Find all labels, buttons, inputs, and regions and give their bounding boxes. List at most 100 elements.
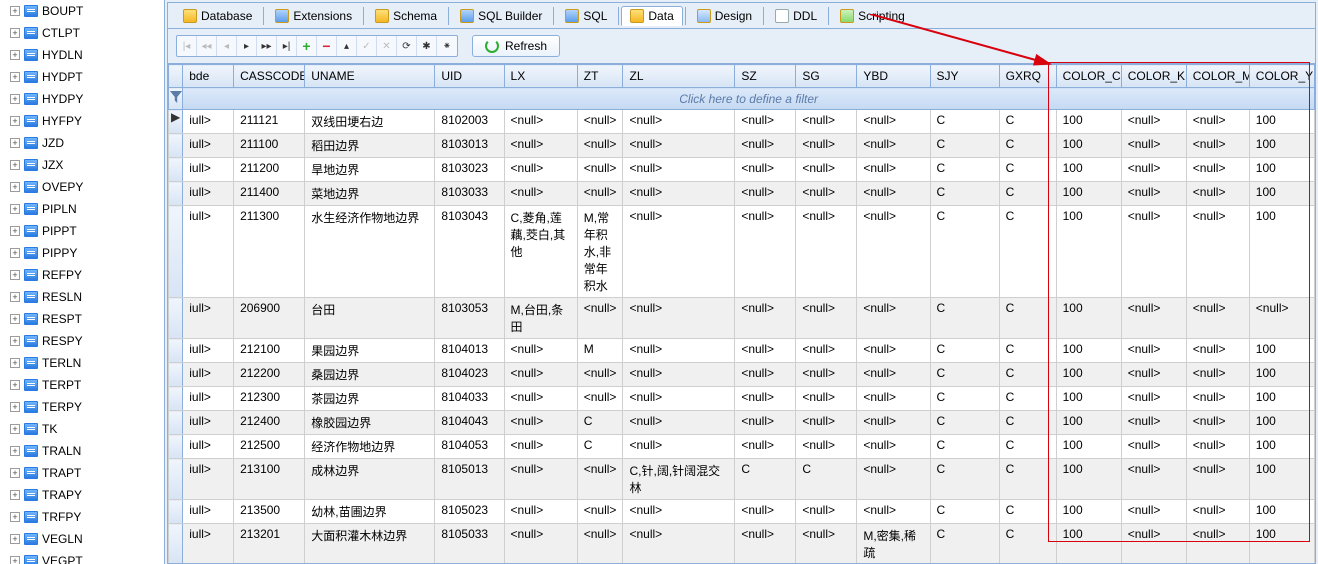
col-color_y[interactable]: COLOR_Y (1249, 65, 1314, 88)
cell-cass[interactable]: 211200 (234, 158, 305, 182)
cell-ck[interactable]: <null> (1121, 411, 1186, 435)
tab-extensions[interactable]: Extensions (266, 6, 361, 25)
cell-bde[interactable]: iull> (183, 182, 234, 206)
cell-cm[interactable]: <null> (1186, 110, 1249, 134)
cell-bde[interactable]: iull> (183, 158, 234, 182)
cell-lx[interactable]: <null> (504, 182, 577, 206)
table-row[interactable]: iull>211100稻田边界8103013<null><null><null>… (169, 134, 1315, 158)
col-color_k[interactable]: COLOR_K (1121, 65, 1186, 88)
cell-gxrq[interactable]: C (999, 134, 1056, 158)
cell-cy[interactable]: 100 (1249, 435, 1314, 459)
cell-zl[interactable]: <null> (623, 387, 735, 411)
expand-icon[interactable]: + (10, 72, 20, 82)
cell-ck[interactable]: <null> (1121, 500, 1186, 524)
cell-gxrq[interactable]: C (999, 363, 1056, 387)
cell-uname[interactable]: 成林边界 (305, 459, 435, 500)
cell-cc[interactable]: 100 (1056, 206, 1121, 298)
cell-ybd[interactable]: <null> (857, 158, 930, 182)
cell-uname[interactable]: 茶园边界 (305, 387, 435, 411)
cell-gxrq[interactable]: C (999, 206, 1056, 298)
cell-zl[interactable]: <null> (623, 500, 735, 524)
cell-sjy[interactable]: C (930, 435, 999, 459)
cell-gxrq[interactable]: C (999, 339, 1056, 363)
cell-uname[interactable]: 果园边界 (305, 339, 435, 363)
cell-sjy[interactable]: C (930, 524, 999, 564)
cell-cm[interactable]: <null> (1186, 206, 1249, 298)
table-row[interactable]: iull>211400菜地边界8103033<null><null><null>… (169, 182, 1315, 206)
cell-zt[interactable]: <null> (577, 158, 623, 182)
table-row[interactable]: iull>213201大面积灌木林边界8105033<null><null><n… (169, 524, 1315, 564)
filter-hint[interactable]: Click here to define a filter (183, 88, 1315, 110)
cell-bde[interactable]: iull> (183, 459, 234, 500)
tree-item-ovepy[interactable]: +OVEPY (0, 176, 164, 198)
cell-gxrq[interactable]: C (999, 298, 1056, 339)
cell-uname[interactable]: 桑园边界 (305, 363, 435, 387)
cell-sz[interactable]: <null> (735, 134, 796, 158)
cell-cy[interactable]: 100 (1249, 387, 1314, 411)
cell-sg[interactable]: <null> (796, 435, 857, 459)
cell-cm[interactable]: <null> (1186, 182, 1249, 206)
tab-sql[interactable]: SQL (556, 6, 616, 25)
cell-zt[interactable]: C (577, 411, 623, 435)
cell-sg[interactable]: <null> (796, 206, 857, 298)
cell-ck[interactable]: <null> (1121, 459, 1186, 500)
tab-data[interactable]: Data (621, 6, 682, 26)
expand-icon[interactable]: + (10, 402, 20, 412)
cell-uname[interactable]: 橡胶园边界 (305, 411, 435, 435)
cell-cm[interactable]: <null> (1186, 339, 1249, 363)
cell-uid[interactable]: 8104043 (435, 411, 504, 435)
cell-bde[interactable]: iull> (183, 339, 234, 363)
cell-ybd[interactable]: <null> (857, 298, 930, 339)
tree-item-terpt[interactable]: +TERPT (0, 374, 164, 396)
col-sjy[interactable]: SJY (930, 65, 999, 88)
cell-zt[interactable]: <null> (577, 110, 623, 134)
cell-zl[interactable]: <null> (623, 298, 735, 339)
cell-sz[interactable]: <null> (735, 158, 796, 182)
cell-sjy[interactable]: C (930, 298, 999, 339)
cell-ck[interactable]: <null> (1121, 298, 1186, 339)
cell-ck[interactable]: <null> (1121, 158, 1186, 182)
cell-cass[interactable]: 213201 (234, 524, 305, 564)
cell-ybd[interactable]: <null> (857, 339, 930, 363)
cell-cm[interactable]: <null> (1186, 500, 1249, 524)
cell-cass[interactable]: 212500 (234, 435, 305, 459)
cell-uname[interactable]: 稻田边界 (305, 134, 435, 158)
cell-ck[interactable]: <null> (1121, 435, 1186, 459)
cell-cc[interactable]: 100 (1056, 134, 1121, 158)
cell-lx[interactable]: <null> (504, 524, 577, 564)
cell-ybd[interactable]: <null> (857, 459, 930, 500)
delete-row[interactable]: − (317, 36, 337, 56)
cell-bde[interactable]: iull> (183, 524, 234, 564)
cell-cy[interactable]: 100 (1249, 459, 1314, 500)
cell-lx[interactable]: M,台田,条田 (504, 298, 577, 339)
expand-icon[interactable]: + (10, 336, 20, 346)
cell-uid[interactable]: 8103013 (435, 134, 504, 158)
goto-bookmark[interactable]: ⁕ (437, 36, 457, 56)
cell-uid[interactable]: 8104053 (435, 435, 504, 459)
cell-bde[interactable]: iull> (183, 500, 234, 524)
cell-lx[interactable]: <null> (504, 459, 577, 500)
cell-gxrq[interactable]: C (999, 158, 1056, 182)
cell-bde[interactable]: iull> (183, 363, 234, 387)
col-sz[interactable]: SZ (735, 65, 796, 88)
cell-cy[interactable]: 100 (1249, 411, 1314, 435)
expand-icon[interactable]: + (10, 226, 20, 236)
cell-sz[interactable]: <null> (735, 182, 796, 206)
cell-cc[interactable]: 100 (1056, 363, 1121, 387)
cell-cass[interactable]: 213100 (234, 459, 305, 500)
cell-cy[interactable]: 100 (1249, 158, 1314, 182)
cell-uid[interactable]: 8103043 (435, 206, 504, 298)
cell-uid[interactable]: 8103023 (435, 158, 504, 182)
nav-next[interactable]: ▸ (237, 36, 257, 56)
cell-gxrq[interactable]: C (999, 411, 1056, 435)
tab-database[interactable]: Database (174, 6, 261, 25)
cell-uid[interactable]: 8103053 (435, 298, 504, 339)
cell-lx[interactable]: <null> (504, 500, 577, 524)
cell-ck[interactable]: <null> (1121, 524, 1186, 564)
cell-zt[interactable]: <null> (577, 524, 623, 564)
cell-zt[interactable]: <null> (577, 363, 623, 387)
cell-sjy[interactable]: C (930, 459, 999, 500)
cell-cass[interactable]: 211400 (234, 182, 305, 206)
cell-sz[interactable]: <null> (735, 411, 796, 435)
tree-item-terpy[interactable]: +TERPY (0, 396, 164, 418)
